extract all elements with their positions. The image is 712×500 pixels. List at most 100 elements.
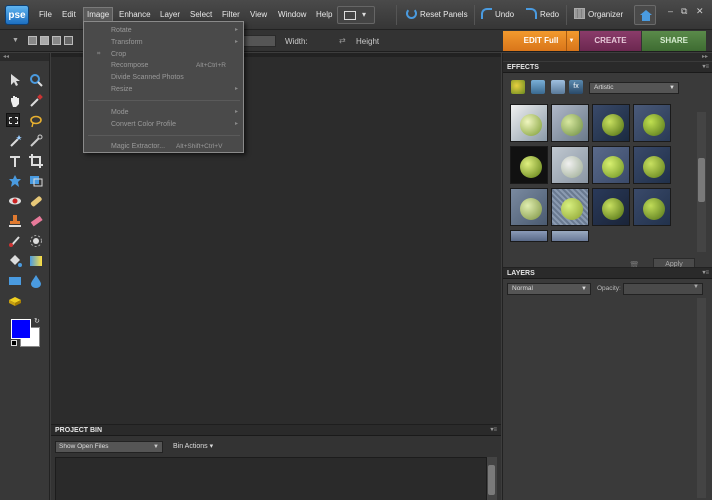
menu-window[interactable]: Window bbox=[275, 9, 309, 20]
effect-thumbnail[interactable] bbox=[551, 104, 589, 142]
panel-menu-icon[interactable]: ▾≡ bbox=[490, 425, 497, 436]
effect-thumbnail[interactable] bbox=[510, 230, 548, 242]
effects-category-select[interactable]: Artistic ▼ bbox=[589, 82, 679, 94]
menu-item-recompose[interactable]: Recompose Alt+Ctrl+R bbox=[84, 60, 243, 71]
chevron-down-icon[interactable]: ▼ bbox=[12, 37, 19, 44]
effect-thumbnail[interactable] bbox=[551, 146, 589, 184]
default-colors-icon[interactable] bbox=[11, 340, 17, 346]
bin-actions-button[interactable]: Bin Actions ▾ bbox=[173, 442, 213, 450]
zoom-tool-icon[interactable] bbox=[29, 73, 43, 87]
brush-tool-icon[interactable] bbox=[8, 234, 22, 248]
move-tool-icon[interactable] bbox=[8, 73, 22, 87]
foreground-color-swatch[interactable] bbox=[11, 319, 31, 339]
undo-button[interactable]: Undo bbox=[481, 8, 514, 19]
effect-thumbnail[interactable] bbox=[510, 104, 548, 142]
blend-mode-select[interactable]: Normal ▼ bbox=[507, 283, 591, 295]
toolbox-header[interactable]: ◂◂ bbox=[0, 53, 49, 61]
tab-share[interactable]: SHARE bbox=[642, 31, 706, 51]
project-bin-header[interactable]: PROJECT BIN ▾≡ bbox=[51, 425, 501, 436]
layers-list[interactable] bbox=[505, 298, 697, 498]
arrange-layout-button[interactable]: ▾ bbox=[337, 6, 375, 24]
effect-thumbnail[interactable] bbox=[551, 230, 589, 242]
menu-item-resize[interactable]: Resize ▸ bbox=[84, 84, 243, 95]
menu-item-magic-extractor[interactable]: Magic Extractor... Alt+Shift+Ctrl+V bbox=[84, 141, 243, 152]
organizer-button[interactable]: Organizer bbox=[574, 8, 623, 19]
recompose-tool-icon[interactable] bbox=[29, 174, 43, 188]
project-bin-thumbnails[interactable] bbox=[55, 457, 487, 500]
scrollbar-thumb[interactable] bbox=[488, 465, 495, 495]
cookie-cutter-tool-icon[interactable] bbox=[8, 174, 22, 188]
smart-brush-tool-icon[interactable] bbox=[29, 234, 43, 248]
new-selection-icon[interactable] bbox=[28, 36, 37, 45]
effect-thumbnail[interactable] bbox=[633, 104, 671, 142]
layers-header[interactable]: LAYERS ▾≡ bbox=[503, 268, 712, 279]
quick-selection-tool-icon[interactable] bbox=[29, 134, 43, 148]
effect-thumbnail[interactable] bbox=[510, 146, 548, 184]
fx-category-icon[interactable]: fx bbox=[569, 80, 583, 94]
menu-image[interactable]: Image bbox=[83, 7, 114, 22]
menu-filter[interactable]: Filter bbox=[219, 9, 243, 20]
eyedropper-tool-icon[interactable] bbox=[29, 94, 43, 108]
paint-bucket-tool-icon[interactable] bbox=[8, 254, 22, 268]
intersect-selection-icon[interactable] bbox=[64, 36, 73, 45]
menu-file[interactable]: File bbox=[36, 9, 55, 20]
effects-scrollbar[interactable] bbox=[697, 112, 706, 252]
add-selection-icon[interactable] bbox=[40, 36, 49, 45]
menu-item-mode[interactable]: Mode ▸ bbox=[84, 107, 243, 118]
menu-help[interactable]: Help bbox=[313, 9, 335, 20]
menu-item-crop[interactable]: ⌗ Crop bbox=[84, 49, 243, 60]
redo-button[interactable]: Redo bbox=[526, 8, 559, 19]
home-button[interactable] bbox=[634, 5, 656, 25]
menu-layer[interactable]: Layer bbox=[157, 9, 183, 20]
close-button[interactable]: ✕ bbox=[696, 6, 704, 17]
chevron-down-icon[interactable]: ▼ bbox=[566, 31, 576, 51]
menu-item-transform[interactable]: Transform ▸ bbox=[84, 37, 243, 48]
sponge-tool-icon[interactable] bbox=[8, 294, 22, 308]
rectangular-marquee-tool-icon[interactable] bbox=[6, 113, 20, 127]
panel-menu-icon[interactable]: ▾≡ bbox=[702, 268, 709, 279]
blur-tool-icon[interactable] bbox=[29, 274, 43, 288]
menu-view[interactable]: View bbox=[247, 9, 270, 20]
filters-category-icon[interactable] bbox=[511, 80, 525, 94]
effect-thumbnail[interactable] bbox=[592, 188, 630, 226]
menu-select[interactable]: Select bbox=[187, 9, 215, 20]
layers-scrollbar[interactable] bbox=[697, 298, 706, 498]
tab-edit[interactable]: EDIT Full ▼ bbox=[503, 31, 579, 51]
project-bin-scrollbar[interactable] bbox=[487, 457, 497, 500]
hand-tool-icon[interactable] bbox=[8, 94, 22, 108]
menu-enhance[interactable]: Enhance bbox=[116, 9, 154, 20]
swap-dimensions-icon[interactable]: ⇄ bbox=[339, 36, 346, 45]
swap-colors-icon[interactable]: ↻ bbox=[34, 317, 40, 325]
lasso-tool-icon[interactable] bbox=[29, 114, 43, 128]
red-eye-tool-icon[interactable] bbox=[8, 194, 22, 208]
layer-styles-category-icon[interactable] bbox=[531, 80, 545, 94]
effect-thumbnail[interactable] bbox=[551, 188, 589, 226]
menu-item-rotate[interactable]: Rotate ▸ bbox=[84, 25, 243, 36]
menu-edit[interactable]: Edit bbox=[59, 9, 79, 20]
effects-header[interactable]: EFFECTS ▾≡ bbox=[503, 62, 712, 73]
panel-collapse-strip[interactable]: ▸▸ bbox=[503, 53, 712, 61]
gradient-tool-icon[interactable] bbox=[29, 254, 43, 268]
menu-item-convert-color-profile[interactable]: Convert Color Profile ▸ bbox=[84, 119, 243, 130]
healing-brush-tool-icon[interactable] bbox=[29, 194, 43, 208]
effect-thumbnail[interactable] bbox=[633, 188, 671, 226]
subtract-selection-icon[interactable] bbox=[52, 36, 61, 45]
eraser-tool-icon[interactable] bbox=[29, 214, 43, 228]
scrollbar-thumb[interactable] bbox=[698, 158, 705, 202]
restore-button[interactable]: ⧉ bbox=[681, 6, 687, 17]
panel-menu-icon[interactable]: ▾≡ bbox=[702, 62, 709, 73]
reset-panels-button[interactable]: Reset Panels bbox=[406, 8, 468, 19]
effect-thumbnail[interactable] bbox=[592, 104, 630, 142]
minimize-button[interactable]: – bbox=[668, 6, 673, 16]
effect-thumbnail[interactable] bbox=[510, 188, 548, 226]
magic-wand-tool-icon[interactable] bbox=[8, 134, 22, 148]
type-tool-icon[interactable] bbox=[8, 154, 22, 168]
effect-thumbnail[interactable] bbox=[592, 146, 630, 184]
opacity-field[interactable]: ▼ bbox=[623, 283, 703, 295]
effect-thumbnail[interactable] bbox=[633, 146, 671, 184]
crop-tool-icon[interactable] bbox=[29, 154, 43, 168]
show-files-select[interactable]: Show Open Files ▼ bbox=[55, 441, 163, 453]
menu-item-divide-scanned-photos[interactable]: Divide Scanned Photos bbox=[84, 72, 243, 83]
tab-create[interactable]: CREATE bbox=[580, 31, 641, 51]
photo-effects-category-icon[interactable] bbox=[551, 80, 565, 94]
